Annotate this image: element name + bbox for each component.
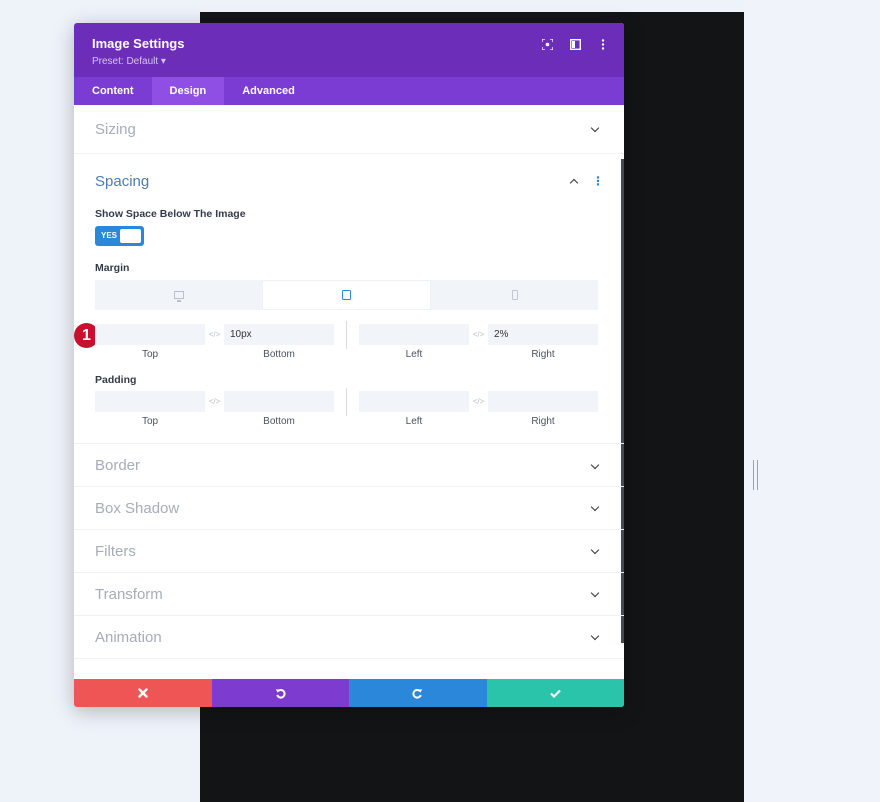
- padding-fields: Top </> Bottom Left </> Right: [95, 388, 598, 427]
- section-filters-toggle[interactable]: Filters: [74, 530, 624, 572]
- chevron-down-icon: [591, 462, 599, 470]
- toggle-value: YES: [101, 231, 118, 240]
- device-tab-phone[interactable]: [431, 280, 598, 310]
- device-tab-desktop[interactable]: [95, 280, 262, 310]
- margin-left-label: Left: [405, 349, 423, 360]
- section-title: Animation: [95, 628, 162, 646]
- tab-design[interactable]: Design: [151, 77, 225, 105]
- toggle-knob: [120, 229, 141, 243]
- section-animation: Animation: [74, 616, 624, 659]
- fullscreen-icon[interactable]: [540, 37, 554, 51]
- padding-right-input[interactable]: [488, 391, 598, 412]
- tablet-icon: [342, 290, 351, 300]
- section-title: Transform: [95, 585, 163, 603]
- chevron-down-icon: [591, 633, 599, 641]
- margin-top-input[interactable]: [95, 324, 205, 345]
- modal-body: Sizing Spacing ⋮ Show Space Below The Im…: [74, 105, 624, 679]
- tab-content[interactable]: Content: [74, 77, 152, 105]
- section-filters: Filters: [74, 530, 624, 573]
- desktop-icon: [173, 291, 184, 302]
- margin-right-input[interactable]: [488, 324, 598, 345]
- resize-handle[interactable]: [752, 460, 760, 490]
- undo-icon: [275, 688, 286, 699]
- section-box-shadow-toggle[interactable]: Box Shadow: [74, 487, 624, 529]
- section-title: Sizing: [95, 120, 136, 138]
- undo-button[interactable]: [211, 679, 349, 707]
- preset-dropdown[interactable]: Preset: Default ▾: [92, 56, 166, 67]
- chevron-down-icon: [591, 590, 599, 598]
- padding-top-label: Top: [141, 416, 159, 427]
- margin-bottom-label: Bottom: [263, 349, 295, 360]
- tab-advanced[interactable]: Advanced: [224, 77, 313, 105]
- section-box-shadow: Box Shadow: [74, 487, 624, 530]
- phone-icon: [511, 290, 518, 300]
- section-border-toggle[interactable]: Border: [74, 444, 624, 487]
- modal-tabs: Content Design Advanced: [74, 77, 624, 105]
- margin-label: Margin: [95, 262, 130, 274]
- show-space-label: Show Space Below The Image: [95, 208, 246, 220]
- padding-bottom-input[interactable]: [224, 391, 334, 412]
- cancel-button[interactable]: [74, 679, 212, 707]
- link-values-icon[interactable]: </>: [205, 324, 224, 360]
- modal-header: Image Settings Preset: Default ▾: [74, 23, 624, 77]
- margin-left-input[interactable]: [359, 324, 469, 345]
- section-title: Box Shadow: [95, 499, 180, 517]
- section-title: Filters: [95, 542, 136, 560]
- padding-left-label: Left: [405, 416, 423, 427]
- margin-bottom-input[interactable]: [224, 324, 334, 345]
- device-tab-tablet[interactable]: [262, 280, 431, 310]
- page-canvas-light-area: [744, 0, 880, 802]
- padding-label: Padding: [95, 374, 137, 386]
- image-settings-modal: Image Settings Preset: Default ▾ Content…: [74, 23, 624, 707]
- chevron-down-icon: [591, 125, 599, 133]
- save-button[interactable]: [486, 679, 624, 707]
- padding-top-input[interactable]: [95, 391, 205, 412]
- chevron-up-icon[interactable]: [570, 177, 578, 185]
- chevron-down-icon: [591, 504, 599, 512]
- padding-bottom-label: Bottom: [263, 416, 295, 427]
- section-spacing: Spacing ⋮ Show Space Below The Image YES…: [74, 154, 624, 444]
- redo-button[interactable]: [349, 679, 487, 707]
- section-sizing: Sizing: [74, 105, 624, 154]
- section-sizing-toggle[interactable]: Sizing: [74, 105, 624, 153]
- padding-right-label: Right: [531, 416, 555, 427]
- section-title: Spacing: [95, 172, 150, 190]
- link-values-icon[interactable]: </>: [469, 391, 488, 427]
- link-values-icon[interactable]: </>: [205, 391, 224, 427]
- section-transform-toggle[interactable]: Transform: [74, 573, 624, 615]
- show-space-toggle[interactable]: YES: [95, 226, 144, 246]
- redo-icon: [412, 688, 423, 699]
- section-animation-toggle[interactable]: Animation: [74, 616, 624, 658]
- section-title: Border: [95, 457, 141, 474]
- section-options-icon[interactable]: ⋮: [592, 174, 604, 188]
- link-values-icon[interactable]: </>: [469, 324, 488, 360]
- more-options-icon[interactable]: [596, 37, 610, 51]
- padding-left-input[interactable]: [359, 391, 469, 412]
- margin-top-label: Top: [141, 349, 159, 360]
- responsive-device-tabs: [95, 280, 598, 310]
- section-border: Border: [74, 444, 624, 487]
- chevron-down-icon: [591, 547, 599, 555]
- checkmark-icon: [549, 689, 561, 698]
- section-transform: Transform: [74, 573, 624, 616]
- margin-fields: 1 Top </> Bottom Left: [74, 321, 598, 360]
- section-spacing-toggle[interactable]: Spacing ⋮: [74, 154, 624, 208]
- modal-footer: [74, 679, 624, 707]
- split-view-icon[interactable]: [568, 37, 582, 51]
- close-icon: [138, 688, 148, 698]
- margin-right-label: Right: [531, 349, 555, 360]
- modal-title: Image Settings: [92, 36, 185, 51]
